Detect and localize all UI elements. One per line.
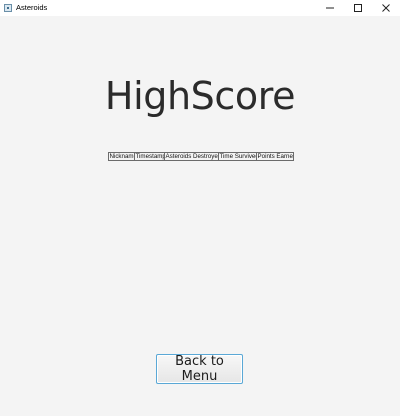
window-title: Asteroids [16,3,48,12]
page-title: HighScore [104,74,296,118]
close-button[interactable] [372,0,400,16]
minimize-button[interactable] [316,0,344,16]
column-header-points-earned[interactable]: Points Earned [257,153,294,160]
application-window: Asteroids HighScore Nickname Timestamp A… [0,0,400,416]
column-header-nickname[interactable]: Nickname [109,153,135,160]
close-icon [382,4,390,12]
title-bar[interactable]: Asteroids [0,0,400,16]
window-controls [316,0,400,16]
column-header-timestamp[interactable]: Timestamp [135,153,165,160]
column-header-time-survived[interactable]: Time Survived [219,153,257,160]
minimize-icon [326,7,334,9]
maximize-icon [354,4,362,12]
maximize-button[interactable] [344,0,372,16]
app-icon [4,4,12,12]
back-to-menu-button[interactable]: Back to Menu [156,354,243,384]
column-header-asteroids-destroyed[interactable]: Asteroids Destroyed [165,153,219,160]
highscore-table: Nickname Timestamp Asteroids Destroyed T… [108,152,294,161]
